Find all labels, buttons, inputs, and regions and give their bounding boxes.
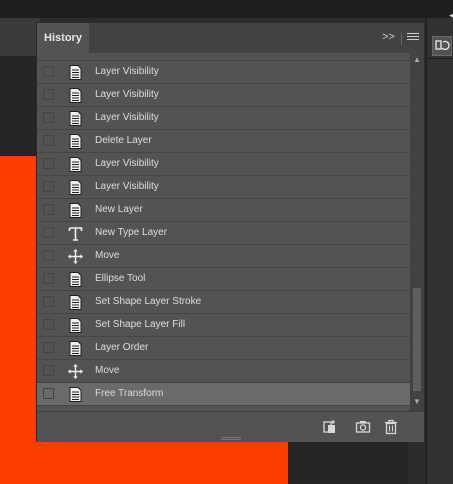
history-brush-source-checkbox[interactable]	[43, 204, 54, 215]
history-panel: History >> Layer Visibility Layer Visibil…	[36, 22, 425, 442]
history-brush-source-checkbox[interactable]	[43, 250, 54, 261]
document-icon	[67, 133, 84, 150]
history-state-row[interactable]: Move	[37, 245, 410, 268]
expand-dock-icon[interactable]: ◀	[449, 10, 453, 21]
panel-menu-icon[interactable]	[407, 31, 419, 45]
history-brush-source-checkbox[interactable]	[43, 296, 54, 307]
history-state-label: New Type Layer	[95, 227, 168, 238]
history-state-label: New Layer	[95, 204, 143, 215]
history-state-row[interactable]: Ellipse Tool	[37, 268, 410, 291]
history-brush-source-checkbox[interactable]	[43, 342, 54, 353]
history-panel-dock-button[interactable]	[432, 36, 452, 56]
history-state-row[interactable]: Set Shape Layer Stroke	[37, 291, 410, 314]
dock-divider	[426, 58, 453, 59]
history-state-label: Set Shape Layer Stroke	[95, 296, 202, 307]
document-icon	[67, 87, 84, 104]
history-brush-source-checkbox[interactable]	[43, 273, 54, 284]
history-state-row[interactable]: Layer Visibility	[37, 61, 410, 84]
history-state-row[interactable]: Layer Visibility	[37, 153, 410, 176]
right-panel-dock	[426, 18, 453, 484]
document-icon	[67, 271, 84, 288]
history-state-label: Free Transform	[95, 388, 164, 399]
type-tool-icon	[67, 225, 84, 242]
history-brush-source-checkbox[interactable]	[43, 388, 54, 399]
history-state-row[interactable]: New Type Layer	[37, 222, 410, 245]
vertical-scrollbar[interactable]: ▲ ▼	[410, 53, 424, 411]
history-state-row[interactable]: Delete Layer	[37, 130, 410, 153]
history-state-label: Layer Order	[95, 342, 149, 353]
panel-header: History >>	[37, 23, 424, 53]
list-item[interactable]	[37, 53, 410, 61]
history-brush-source-checkbox[interactable]	[43, 66, 54, 77]
panel-footer	[37, 411, 424, 442]
resize-grip[interactable]	[221, 437, 241, 441]
document-icon	[67, 156, 84, 173]
document-icon	[67, 110, 84, 127]
document-icon	[67, 340, 84, 357]
history-brush-source-checkbox[interactable]	[43, 227, 54, 238]
history-brush-source-checkbox[interactable]	[43, 181, 54, 192]
pasteboard	[0, 56, 40, 156]
history-state-label: Layer Visibility	[95, 158, 159, 169]
history-state-label: Layer Visibility	[95, 181, 159, 192]
history-brush-source-checkbox[interactable]	[43, 135, 54, 146]
header-divider	[401, 33, 402, 45]
scrollbar-thumb[interactable]	[413, 288, 421, 391]
history-state-label: Delete Layer	[95, 135, 152, 146]
history-state-label: Ellipse Tool	[95, 273, 146, 284]
history-brush-icon	[435, 40, 450, 51]
document-icon	[67, 179, 84, 196]
create-document-from-state-icon[interactable]	[322, 419, 338, 435]
document-icon	[67, 202, 84, 219]
history-list: Layer Visibility Layer Visibility Layer Vi…	[37, 53, 410, 411]
history-brush-source-checkbox[interactable]	[43, 319, 54, 330]
document-icon	[67, 64, 84, 81]
trash-icon[interactable]	[383, 419, 399, 435]
history-state-label: Layer Visibility	[95, 89, 159, 100]
scroll-down-icon[interactable]: ▼	[413, 397, 421, 406]
move-tool-icon	[67, 363, 84, 380]
history-state-row[interactable]: Set Shape Layer Fill	[37, 314, 410, 337]
history-state-row[interactable]: New Layer	[37, 199, 410, 222]
history-brush-source-checkbox[interactable]	[43, 365, 54, 376]
tab-history[interactable]: History	[37, 23, 89, 53]
snapshot-camera-icon[interactable]	[355, 419, 371, 435]
document-icon	[67, 317, 84, 334]
history-state-row[interactable]: Layer Visibility	[37, 176, 410, 199]
history-state-row[interactable]: Free Transform	[37, 383, 410, 406]
history-brush-source-checkbox[interactable]	[43, 158, 54, 169]
app-top-bar	[0, 0, 453, 18]
history-state-row[interactable]: Layer Order	[37, 337, 410, 360]
document-icon	[67, 386, 84, 403]
history-brush-source-checkbox[interactable]	[43, 89, 54, 100]
collapse-panel-icon[interactable]: >>	[382, 31, 395, 43]
history-state-row[interactable]: Layer Visibility	[37, 107, 410, 130]
history-state-row[interactable]: Layer Visibility	[37, 84, 410, 107]
ruler-area	[0, 18, 40, 56]
move-tool-icon	[67, 248, 84, 265]
history-state-label: Layer Visibility	[95, 112, 159, 123]
pasteboard-bottom	[288, 440, 408, 484]
history-state-label: Move	[95, 365, 120, 376]
history-brush-source-checkbox[interactable]	[43, 112, 54, 123]
document-icon	[67, 294, 84, 311]
history-state-label: Set Shape Layer Fill	[95, 319, 186, 330]
history-state-label: Layer Visibility	[95, 66, 159, 77]
history-state-label: Move	[95, 250, 120, 261]
scroll-up-icon[interactable]: ▲	[413, 55, 421, 64]
history-state-row[interactable]: Move	[37, 360, 410, 383]
